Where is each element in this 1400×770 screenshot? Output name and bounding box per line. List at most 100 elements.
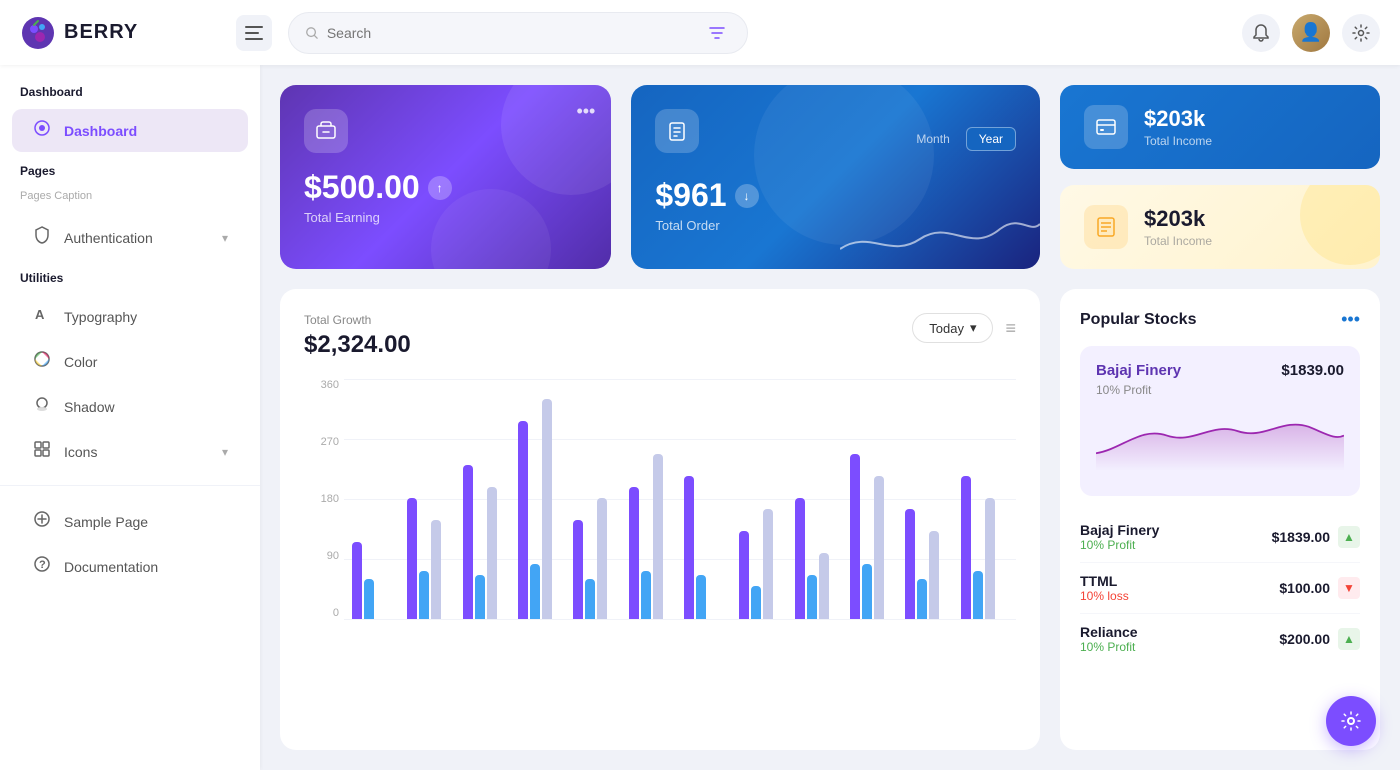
stocks-card: Popular Stocks ••• Bajaj Finery $1839.00… [1060,289,1380,750]
bar-group [352,542,399,619]
sample-page-label: Sample Page [64,514,228,530]
logo-text: BERRY [64,21,138,44]
bar [819,553,829,619]
search-bar [288,12,748,54]
earning-card-menu-icon[interactable]: ••• [576,101,595,122]
bar [807,575,817,619]
sample-page-icon [32,510,52,533]
bar [961,476,971,619]
bar [973,571,983,619]
stock-info: TTML 10% loss [1080,573,1129,603]
bar [463,465,473,619]
notification-button[interactable] [1242,14,1280,52]
header: BERRY 👤 [0,0,1400,65]
sidebar-item-authentication[interactable]: Authentication ▾ [12,216,248,259]
earning-card: ••• $500.00 ↑ Total Earning [280,85,611,269]
sidebar-item-icons[interactable]: Icons ▾ [12,430,248,473]
order-wave-chart [840,189,1040,269]
stock-name: TTML [1080,573,1129,589]
bar-group [961,476,1008,619]
order-card-header: Month Year [655,109,1016,169]
bar-group [407,498,454,619]
chart-subtitle: Total Growth [304,313,411,327]
utilities-section-title: Utilities [0,271,260,293]
stock-info: Reliance 10% Profit [1080,624,1138,654]
income-yellow-label: Total Income [1144,234,1212,248]
chart-card: Total Growth $2,324.00 Today ▾ ≡ 360 [280,289,1040,750]
order-trend-icon: ↓ [735,184,759,208]
bar [629,487,639,619]
sidebar-item-typography[interactable]: A Typography [12,295,248,338]
featured-stock-name: Bajaj Finery [1096,362,1181,379]
pages-caption: Pages Caption [0,186,260,214]
income-yellow-icon [1084,205,1128,249]
stock-list: Bajaj Finery 10% Profit $1839.00 ▲ TTML … [1080,512,1360,664]
bottom-row: Total Growth $2,324.00 Today ▾ ≡ 360 [280,289,1380,750]
sidebar-item-documentation[interactable]: ? Documentation [12,545,248,588]
shadow-label: Shadow [64,399,228,415]
bar [684,476,694,619]
dashboard-label: Dashboard [64,123,228,139]
settings-button[interactable] [1342,14,1380,52]
bar [573,520,583,619]
bar-group [905,509,952,619]
y-axis-labels: 360 270 180 90 0 [304,379,339,619]
chart-menu-icon[interactable]: ≡ [1005,318,1016,339]
income-blue-card: $203k Total Income [1060,85,1380,169]
gear-icon [1352,24,1370,42]
menu-button[interactable] [236,15,272,51]
month-toggle-button[interactable]: Month [904,127,961,151]
bar [641,571,651,619]
stock-list-item: Reliance 10% Profit $200.00 ▲ [1080,614,1360,664]
user-avatar[interactable]: 👤 [1292,14,1330,52]
stock-right: $1839.00 ▲ [1272,526,1360,548]
stock-profit: 10% Profit [1080,538,1159,552]
documentation-icon: ? [32,555,52,578]
sidebar-item-color[interactable]: Color [12,340,248,383]
dashboard-icon [32,119,52,142]
stock-profit: 10% Profit [1080,640,1138,654]
sidebar-item-shadow[interactable]: Shadow [12,385,248,428]
trend-badge-icon: ▲ [1338,526,1360,548]
bar [431,520,441,619]
bar-group [684,476,731,619]
icons-chevron-icon: ▾ [222,445,228,459]
fab-button[interactable] [1326,696,1376,746]
stocks-menu-icon[interactable]: ••• [1341,309,1360,330]
bar-chart: 360 270 180 90 0 [304,379,1016,619]
auth-chevron-icon: ▾ [222,231,228,245]
grid-line [344,619,1016,620]
bar [585,579,595,619]
bar [751,586,761,619]
income-blue-icon [1084,105,1128,149]
stock-profit: 10% loss [1080,589,1129,603]
sidebar-item-dashboard[interactable]: Dashboard [12,109,248,152]
bar-group [739,509,786,619]
bar [487,487,497,619]
search-input[interactable] [327,25,695,41]
bar [985,498,995,619]
sidebar-item-sample-page[interactable]: Sample Page [12,500,248,543]
earning-label: Total Earning [304,210,587,225]
featured-stock-price: $1839.00 [1281,362,1344,379]
bar [542,399,552,619]
bar [419,571,429,619]
bar [530,564,540,619]
search-icon [305,25,319,41]
dashboard-section-title: Dashboard [0,85,260,107]
year-toggle-button[interactable]: Year [966,127,1016,151]
bar [850,454,860,619]
today-button[interactable]: Today ▾ [912,313,993,343]
typography-icon: A [32,305,52,328]
stocks-header: Popular Stocks ••• [1080,309,1360,330]
earning-trend-icon: ↑ [428,176,452,200]
featured-stock-sparkline [1096,405,1344,475]
content-area: ••• $500.00 ↑ Total Earning [260,65,1400,770]
bar [352,542,362,619]
logo-icon [20,15,56,51]
bar-group [518,399,565,619]
header-right: 👤 [1242,14,1380,52]
filter-button[interactable] [703,17,731,49]
bars-area [344,379,1016,619]
color-icon [32,350,52,373]
